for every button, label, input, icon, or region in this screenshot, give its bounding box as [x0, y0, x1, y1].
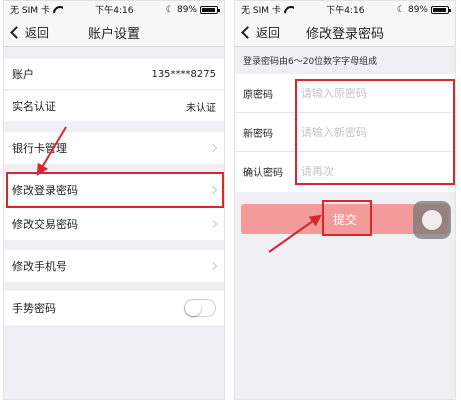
row-account-value: 135****8275	[151, 68, 216, 80]
chevron-right-icon	[208, 219, 218, 229]
row-bank-card[interactable]: 银行卡管理	[4, 132, 224, 164]
new-password-label: 新密码	[243, 128, 273, 140]
back-label: 返回	[256, 26, 281, 40]
row-change-login-password[interactable]: 修改登录密码	[4, 174, 224, 206]
battery-icon	[199, 5, 220, 14]
row-bank-label: 银行卡管理	[12, 142, 67, 155]
row-login-pwd-label: 修改登录密码	[12, 184, 78, 197]
status-bar: 无 SIM 卡 下午4:16 ☾ 89%	[235, 1, 455, 18]
back-chevron-icon	[241, 26, 254, 39]
moon-icon: ☾	[396, 4, 405, 15]
back-label: 返回	[25, 26, 50, 40]
row-gesture-password: 手势密码	[4, 291, 224, 325]
status-left: 无 SIM 卡	[10, 3, 63, 16]
chevron-right-icon	[208, 185, 218, 195]
row-verify[interactable]: 实名认证 未认证	[4, 91, 224, 121]
wifi-icon	[53, 6, 63, 14]
row-account: 账户 135****8275	[4, 59, 224, 89]
old-password-label: 原密码	[243, 89, 273, 101]
assistive-touch-icon[interactable]	[413, 201, 451, 239]
battery-icon	[430, 5, 451, 14]
status-right: ☾ 89%	[396, 4, 451, 15]
status-right: ☾ 89%	[165, 4, 220, 15]
carrier-text: 无 SIM 卡	[10, 6, 50, 16]
row-change-trade-password[interactable]: 修改交易密码	[4, 208, 224, 240]
phone-screen-account-settings: 无 SIM 卡 下午4:16 ☾ 89% 返回 账户设置 账户 135****8…	[3, 0, 225, 400]
password-rule-hint: 登录密码由6～20位数字字母组成	[243, 57, 378, 67]
field-old-password: 原密码	[235, 74, 455, 113]
back-button[interactable]: 返回	[8, 18, 49, 47]
phone-screen-change-login-password: 无 SIM 卡 下午4:16 ☾ 89% 返回 修改登录密码 登录密码由6～20…	[234, 0, 456, 400]
carrier-text: 无 SIM 卡	[241, 6, 281, 16]
moon-icon: ☾	[165, 4, 174, 15]
chevron-right-icon	[208, 143, 218, 153]
confirm-password-input[interactable]	[301, 165, 421, 178]
nav-bar: 返回 修改登录密码	[235, 18, 455, 47]
back-chevron-icon	[10, 26, 23, 39]
old-password-input[interactable]	[301, 86, 421, 100]
confirm-password-label: 确认密码	[243, 168, 283, 179]
row-phone-label: 修改手机号	[12, 260, 67, 273]
new-password-input[interactable]	[301, 125, 421, 139]
row-change-phone[interactable]: 修改手机号	[4, 250, 224, 282]
chevron-right-icon	[208, 261, 218, 271]
page-title: 修改登录密码	[305, 26, 384, 42]
row-account-label: 账户	[12, 68, 34, 81]
password-form: 原密码 新密码 确认密码	[235, 74, 455, 192]
back-button[interactable]: 返回	[239, 18, 280, 47]
status-left: 无 SIM 卡	[241, 3, 294, 16]
field-new-password: 新密码	[235, 113, 455, 152]
submit-label: 提交	[332, 212, 357, 227]
status-time: 下午4:16	[95, 6, 134, 16]
page-title: 账户设置	[87, 26, 140, 42]
status-time: 下午4:16	[326, 6, 365, 16]
field-confirm-password: 确认密码	[235, 152, 455, 191]
wifi-icon	[284, 6, 294, 14]
row-trade-pwd-label: 修改交易密码	[12, 218, 78, 231]
status-bar: 无 SIM 卡 下午4:16 ☾ 89%	[4, 1, 224, 18]
gesture-toggle-switch[interactable]	[184, 299, 216, 317]
row-verify-label: 实名认证	[12, 100, 56, 113]
battery-percent: 89%	[407, 4, 428, 15]
row-gesture-label: 手势密码	[12, 302, 56, 315]
nav-bar: 返回 账户设置	[4, 18, 224, 47]
battery-percent: 89%	[176, 4, 197, 15]
row-verify-value: 未认证	[186, 102, 216, 114]
